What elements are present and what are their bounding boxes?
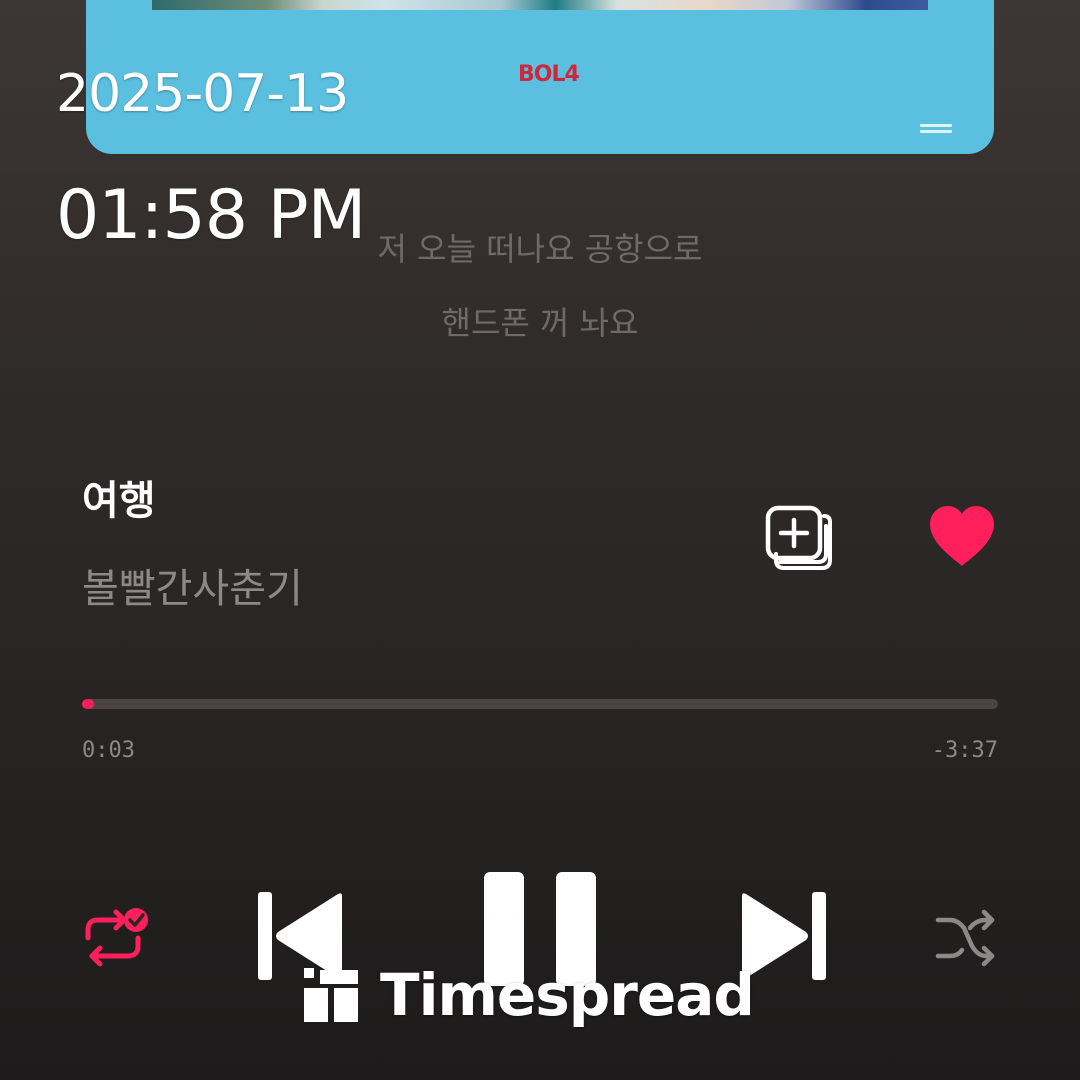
elapsed-time: 0:03 <box>82 738 135 763</box>
add-to-playlist-icon <box>765 505 832 570</box>
heart-icon <box>930 506 994 566</box>
song-title: 여행 <box>82 478 156 524</box>
timespread-logo-icon <box>304 968 358 1022</box>
album-art-label-mark <box>920 124 952 138</box>
lyric-line-current[interactable]: 저 오늘 떠나요 공항으로 <box>0 224 1080 270</box>
lyric-line-text: 핸드폰 꺼 놔요 <box>441 304 639 342</box>
album-art-image-strip <box>152 0 928 10</box>
progress-fill <box>82 699 95 709</box>
watermark: Timespread <box>304 961 755 1029</box>
shuffle-icon <box>935 909 995 967</box>
shuffle-button[interactable] <box>934 906 998 970</box>
progress-bar[interactable] <box>82 699 998 709</box>
add-to-playlist-button[interactable] <box>764 504 836 572</box>
watermark-text: Timespread <box>380 961 755 1029</box>
lyric-line-text: 저 오늘 떠나요 공항으로 <box>377 230 703 268</box>
repeat-button[interactable] <box>80 904 152 970</box>
overlay-date: 2025-07-13 <box>56 64 349 124</box>
song-artist[interactable]: 볼빨간사춘기 <box>82 556 303 614</box>
like-button[interactable] <box>926 504 998 570</box>
album-art-artist-text: BOL4 <box>518 62 580 87</box>
repeat-icon <box>85 908 148 967</box>
remaining-time: -3:37 <box>931 738 998 763</box>
lyric-line-next[interactable]: 핸드폰 꺼 놔요 <box>0 298 1080 344</box>
